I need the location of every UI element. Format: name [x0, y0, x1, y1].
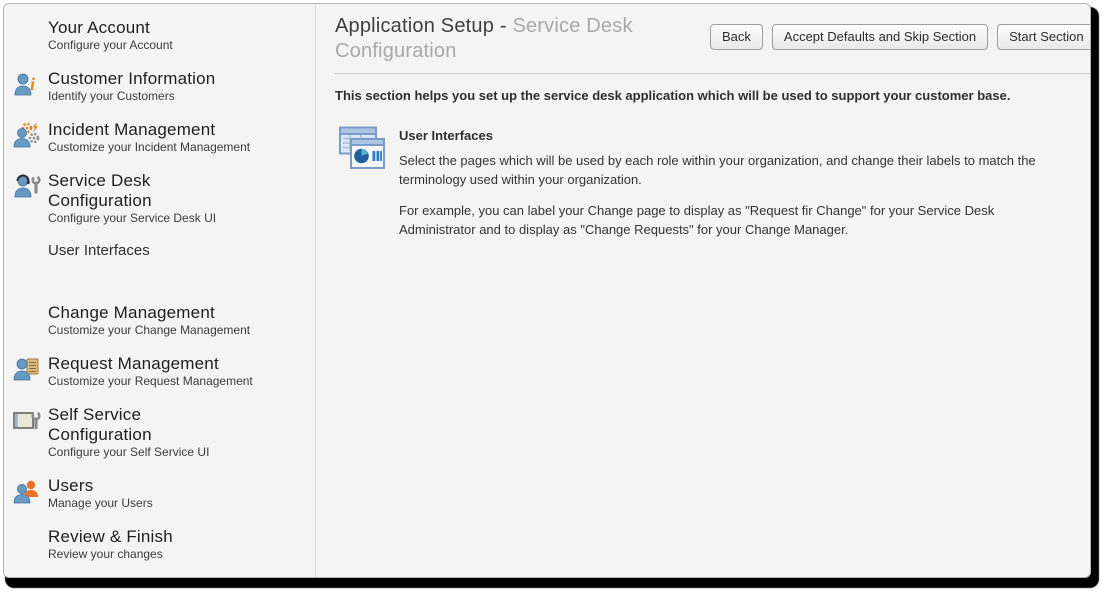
sidebar-item-title: Incident Management	[48, 120, 250, 140]
user-interfaces-heading: User Interfaces	[399, 128, 1036, 143]
sidebar-item-title: Service Desk Configuration	[48, 171, 216, 211]
svg-text:i: i	[30, 74, 35, 94]
setup-steps-sidebar: Your Account Configure your Account i Cu…	[4, 4, 316, 577]
header-buttons: Back Accept Defaults and Skip Section St…	[710, 14, 1091, 50]
page-title-primary: Application Setup -	[335, 15, 512, 37]
sidebar-item-self-service-configuration[interactable]: Self Service Configuration Configure you…	[12, 405, 315, 460]
sidebar-item-subtitle: Customize your Change Management	[48, 323, 250, 338]
sidebar-item-title: Self Service Configuration	[48, 405, 209, 445]
sidebar-item-title: Customer Information	[48, 69, 215, 89]
sidebar-item-your-account[interactable]: Your Account Configure your Account	[12, 18, 315, 53]
sidebar-item-title: Request Management	[48, 354, 253, 374]
person-info-icon: i	[12, 69, 48, 104]
sidebar-item-service-desk-configuration[interactable]: Service Desk Configuration Configure you…	[12, 171, 315, 226]
sidebar-item-request-management[interactable]: Request Management Customize your Reques…	[12, 354, 315, 389]
sidebar-item-change-management[interactable]: Change Management Customize your Change …	[12, 303, 315, 338]
sidebar-item-customer-information[interactable]: i Customer Information Identify your Cus…	[12, 69, 315, 104]
start-section-button[interactable]: Start Section	[997, 24, 1091, 50]
sidebar-item-subtitle: Configure your Service Desk UI	[48, 211, 216, 226]
blank-icon	[12, 303, 48, 338]
sidebar-subitem-user-interfaces[interactable]: User Interfaces	[12, 242, 315, 260]
sidebar-item-incident-management[interactable]: Incident Management Customize your Incid…	[12, 120, 315, 155]
sidebar-item-subtitle: Manage your Users	[48, 496, 153, 511]
person-gears-icon	[12, 120, 48, 155]
section-intro-text: This section helps you set up the servic…	[335, 88, 1091, 103]
sidebar-item-subtitle: Configure your Account	[48, 38, 173, 53]
sidebar-item-title: Change Management	[48, 303, 250, 323]
sidebar-item-subtitle: Identify your Customers	[48, 89, 215, 104]
sidebar-item-title: Your Account	[48, 18, 173, 38]
sidebar-item-subtitle: Customize your Incident Management	[48, 140, 250, 155]
user-interfaces-description: Select the pages which will be used by e…	[399, 151, 1036, 189]
page-title: Application Setup - Service Desk Configu…	[335, 14, 710, 64]
user-interfaces-section: User Interfaces Select the pages which w…	[335, 126, 1091, 239]
window-wrench-icon	[12, 405, 48, 460]
accept-defaults-skip-section-button[interactable]: Accept Defaults and Skip Section	[772, 24, 988, 50]
main-content: Application Setup - Service Desk Configu…	[316, 4, 1091, 577]
sidebar-item-users[interactable]: Users Manage your Users	[12, 476, 315, 511]
sidebar-item-title: Review & Finish	[48, 527, 173, 547]
application-setup-window: Your Account Configure your Account i Cu…	[3, 3, 1091, 578]
user-interfaces-windows-chart-icon	[337, 126, 387, 239]
user-interfaces-section-text: User Interfaces Select the pages which w…	[399, 126, 1036, 239]
person-document-icon	[12, 354, 48, 389]
person-headset-wrench-icon	[12, 171, 48, 226]
user-interfaces-example: For example, you can label your Change p…	[399, 201, 1036, 239]
blank-icon	[12, 527, 48, 562]
sidebar-item-subtitle: Configure your Self Service UI	[48, 445, 209, 460]
sidebar-item-subtitle: Review your changes	[48, 547, 173, 562]
sidebar-item-title: Users	[48, 476, 153, 496]
back-button[interactable]: Back	[710, 24, 763, 50]
two-people-icon	[12, 476, 48, 511]
sidebar-item-review-finish[interactable]: Review & Finish Review your changes	[12, 527, 315, 562]
sidebar-item-subtitle: Customize your Request Management	[48, 374, 253, 389]
blank-icon	[12, 18, 48, 53]
page-header: Application Setup - Service Desk Configu…	[335, 4, 1091, 74]
